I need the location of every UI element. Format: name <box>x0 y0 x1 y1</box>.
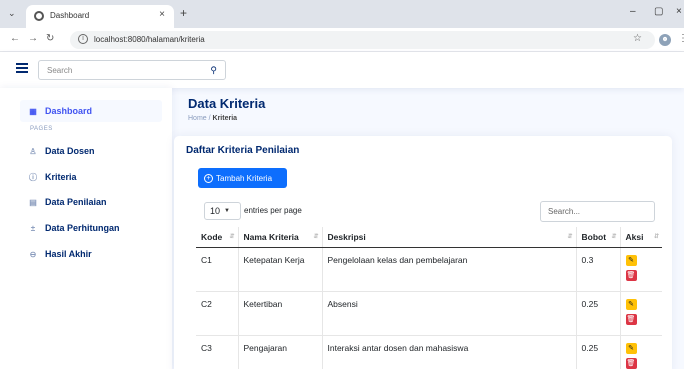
edit-icon[interactable]: ✎ <box>625 298 637 310</box>
grid-icon: ▦ <box>29 106 37 116</box>
breadcrumb-current: Kriteria <box>212 115 238 122</box>
search-icon[interactable]: ⚲ <box>210 65 217 76</box>
edit-icon[interactable]: ✎ <box>625 342 637 354</box>
cell-aksi: ✎ 🗑 <box>619 247 662 292</box>
sidebar-section-label: PAGES <box>30 126 53 132</box>
per-page-label: entries per page <box>244 206 302 215</box>
minimize-icon[interactable]: – <box>630 6 636 17</box>
maximize-icon[interactable]: ▢ <box>654 6 663 17</box>
reload-icon[interactable]: ↻ <box>46 33 54 44</box>
cell-deskripsi: Interaksi antar dosen dan mahasiswa <box>321 335 576 369</box>
table-row: C3 Pengajaran Interaksi antar dosen dan … <box>196 335 662 369</box>
criteria-table: Kode Nama Kriteria Deskripsi Bobot Aksi … <box>196 227 662 369</box>
dash-circle-icon: ⊖ <box>29 249 37 259</box>
cell-nama-kriteria: Ketertiban <box>237 291 322 336</box>
forward-icon[interactable]: → <box>28 33 38 44</box>
table-header-row: Kode Nama Kriteria Deskripsi Bobot Aksi <box>196 227 662 248</box>
entries-per-page-select[interactable]: 10 ▼ <box>204 202 241 220</box>
chevron-down-icon: ▼ <box>224 208 230 214</box>
person-icon: ♙ <box>29 146 37 156</box>
browser-tab-title: Dashboard <box>50 11 90 20</box>
sidebar-item-data-penilaian[interactable]: ▤ Data Penilaian <box>20 191 162 213</box>
sidebar-item-data-dosen[interactable]: ♙ Data Dosen <box>20 140 162 162</box>
column-header-deskripsi[interactable]: Deskripsi <box>321 227 576 248</box>
trash-icon[interactable]: 🗑 <box>625 357 637 369</box>
page-title: Data Kriteria <box>188 96 266 111</box>
browser-address-bar: ← → ↻ i localhost:8080/halaman/kriteria … <box>0 28 684 52</box>
sidebar-item-label: Data Penilaian <box>45 197 107 207</box>
cell-nama-kriteria: Ketepatan Kerja <box>237 247 322 292</box>
back-icon[interactable]: ← <box>10 33 20 44</box>
sidebar-item-data-perhitungan[interactable]: ± Data Perhitungan <box>20 217 162 239</box>
cell-kode: C3 <box>196 335 238 369</box>
profile-avatar[interactable]: ☻ <box>659 34 671 46</box>
sidebar: ▦ Dashboard PAGES ♙ Data Dosen ⓘ Kriteri… <box>0 88 172 369</box>
cell-nama-kriteria: Pengajaran <box>237 335 322 369</box>
add-criteria-button[interactable]: + Tambah Kriteria <box>198 168 287 188</box>
table-search-placeholder: Search... <box>548 207 581 216</box>
cell-aksi: ✎ 🗑 <box>619 291 662 336</box>
edit-icon[interactable]: ✎ <box>625 254 637 266</box>
sidebar-item-label: Data Dosen <box>45 146 95 156</box>
header-search-input[interactable]: Search ⚲ <box>38 60 226 80</box>
new-tab-icon[interactable]: + <box>180 6 187 20</box>
column-header-kode[interactable]: Kode <box>196 227 238 248</box>
tab-search-chevron-icon[interactable]: ⌄ <box>8 8 16 19</box>
cell-bobot: 0.3 <box>575 247 620 292</box>
add-criteria-label: Tambah Kriteria <box>216 173 273 183</box>
calculator-icon: ± <box>30 223 36 233</box>
cell-bobot: 0.25 <box>575 335 620 369</box>
close-tab-icon[interactable]: × <box>159 9 165 20</box>
cell-aksi: ✎ 🗑 <box>619 335 662 369</box>
sidebar-item-label: Dashboard <box>45 106 93 116</box>
table-row: C1 Ketepatan Kerja Pengelolaan kelas dan… <box>196 247 662 292</box>
breadcrumb: Home / Kriteria <box>188 115 237 122</box>
sidebar-item-label: Kriteria <box>45 172 77 182</box>
per-page-value: 10 <box>210 206 221 216</box>
question-circle-icon: ⓘ <box>29 172 37 182</box>
browser-tab[interactable]: Dashboard × <box>26 5 174 28</box>
header-search-placeholder: Search <box>47 66 73 75</box>
cell-deskripsi: Pengelolaan kelas dan pembelajaran <box>321 247 576 292</box>
table-search-input[interactable]: Search... <box>540 201 655 222</box>
sidebar-item-label: Data Perhitungan <box>45 223 120 233</box>
column-header-nama-kriteria[interactable]: Nama Kriteria <box>237 227 322 248</box>
plus-circle-icon: + <box>204 173 213 183</box>
trash-icon[interactable]: 🗑 <box>625 269 637 281</box>
hamburger-menu-icon[interactable] <box>16 63 28 73</box>
sidebar-item-hasil-akhir[interactable]: ⊖ Hasil Akhir <box>20 243 162 265</box>
table-row: C2 Ketertiban Absensi 0.25 ✎ 🗑 <box>196 291 662 336</box>
sidebar-item-label: Hasil Akhir <box>45 249 92 259</box>
trash-icon[interactable]: 🗑 <box>625 313 637 325</box>
card-title: Daftar Kriteria Penilaian <box>186 145 300 156</box>
cell-kode: C1 <box>196 247 238 292</box>
site-info-icon[interactable]: i <box>78 34 88 44</box>
column-header-bobot[interactable]: Bobot <box>575 227 620 248</box>
card-icon: ▤ <box>29 197 37 207</box>
breadcrumb-home[interactable]: Home <box>188 115 207 122</box>
close-window-icon[interactable]: × <box>676 6 682 17</box>
url-field[interactable]: i localhost:8080/halaman/kriteria <box>70 31 655 49</box>
column-header-aksi[interactable]: Aksi <box>619 227 662 248</box>
cell-bobot: 0.25 <box>575 291 620 336</box>
bookmark-star-icon[interactable]: ☆ <box>633 33 642 44</box>
browser-tab-bar: ⌄ Dashboard × + – ▢ × <box>0 0 684 28</box>
browser-menu-icon[interactable]: ⋮ <box>678 33 684 44</box>
favicon-icon <box>34 11 44 21</box>
sidebar-item-dashboard[interactable]: ▦ Dashboard <box>20 100 162 122</box>
app-header: Search ⚲ <box>0 52 684 88</box>
cell-deskripsi: Absensi <box>321 291 576 336</box>
cell-kode: C2 <box>196 291 238 336</box>
url-text: localhost:8080/halaman/kriteria <box>94 35 205 44</box>
sidebar-item-kriteria[interactable]: ⓘ Kriteria <box>20 166 162 188</box>
